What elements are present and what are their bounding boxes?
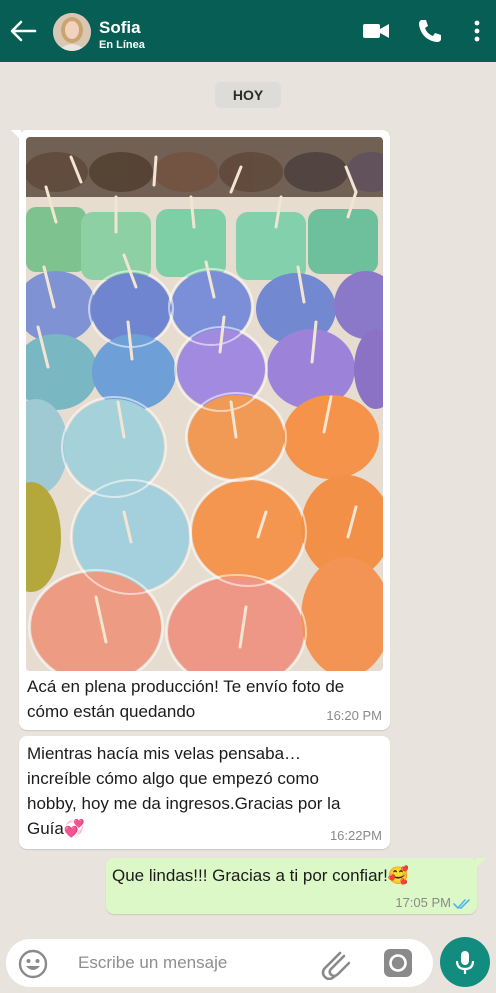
composer-bar <box>0 935 496 993</box>
candles-photo[interactable] <box>26 137 383 671</box>
phone-call-icon[interactable] <box>415 17 445 45</box>
message-line: Mientras hacía mis velas pensaba… <box>27 744 302 763</box>
contact-name[interactable]: Sofia <box>99 18 141 38</box>
outgoing-text-message[interactable]: Que lindas!!! Gracias a ti por confiar!🥰… <box>106 858 486 914</box>
message-input[interactable] <box>78 950 298 976</box>
avatar[interactable] <box>53 13 91 51</box>
message-line: Acá en plena producción! Te envío foto d… <box>27 677 345 696</box>
contact-status: En Línea <box>99 39 145 51</box>
chat-area[interactable]: HOY Acá en plena producción! Te envío fo… <box>0 62 496 935</box>
double-check-read-icon <box>453 899 470 909</box>
bubble-tail <box>476 858 486 868</box>
message-body: Mientras hacía mis velas pensaba… increí… <box>27 741 387 841</box>
bubble-tail <box>11 130 21 140</box>
mic-icon <box>455 951 475 974</box>
message-time: 17:05 PM <box>395 895 451 910</box>
chat-header: Sofia En Línea <box>0 0 496 62</box>
more-options-icon[interactable] <box>462 17 492 45</box>
attach-icon[interactable] <box>319 948 353 980</box>
video-call-icon[interactable] <box>361 17 391 45</box>
back-arrow-icon[interactable] <box>8 17 38 45</box>
message-line: Que lindas!!! Gracias a ti por confiar!🥰 <box>112 866 410 885</box>
mic-button[interactable] <box>440 937 490 987</box>
message-line: hobby, hoy me da ingresos.Gracias por la <box>27 794 341 813</box>
date-divider: HOY <box>215 82 281 108</box>
message-time: 16:22PM <box>329 828 382 843</box>
camera-icon[interactable] <box>382 948 414 978</box>
message-line: increíble cómo algo que empezó como <box>27 769 319 788</box>
incoming-text-message[interactable]: Mientras hacía mis velas pensaba… increí… <box>19 736 390 849</box>
emoji-icon[interactable] <box>18 949 48 979</box>
message-input-box[interactable] <box>6 939 433 987</box>
message-time: 16:20 PM <box>326 708 382 723</box>
incoming-image-message[interactable]: Acá en plena producción! Te envío foto d… <box>11 130 390 730</box>
